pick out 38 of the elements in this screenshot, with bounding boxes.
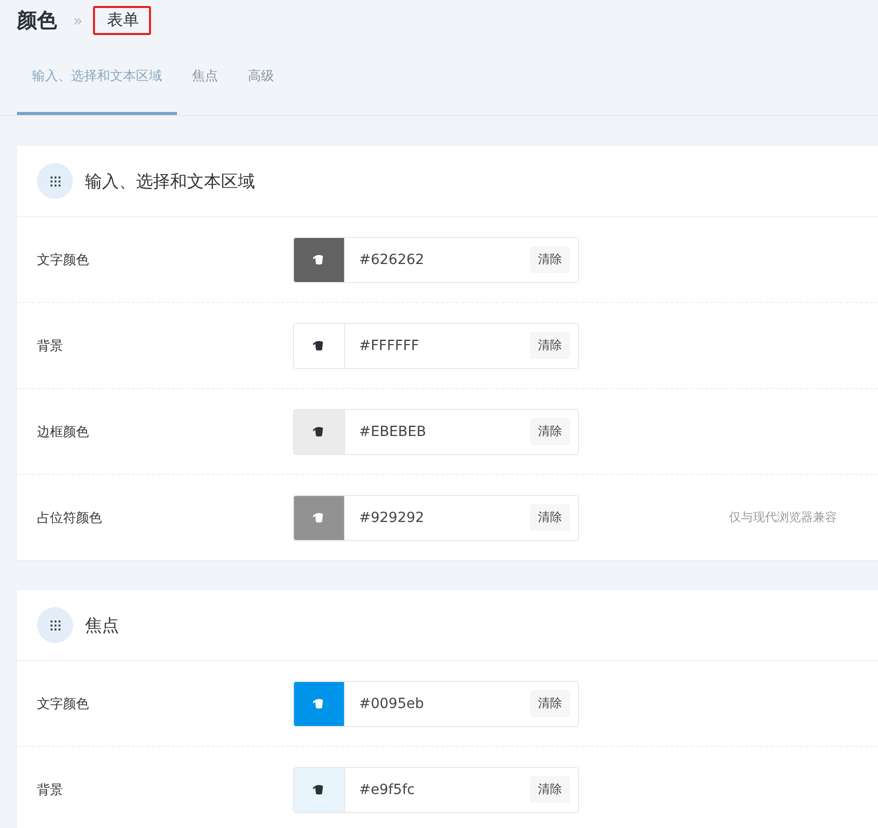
paint-bucket-icon [313,254,325,265]
breadcrumb-link[interactable]: 表单 [92,6,151,34]
color-swatch[interactable] [294,496,345,540]
field-label: 文字颜色 [37,252,90,268]
color-swatch[interactable] [294,238,345,282]
grid-dots-icon [50,620,60,630]
color-swatch[interactable] [294,682,345,726]
color-field[interactable]: #626262 清除 [293,236,579,282]
field-label: 文字颜色 [37,696,90,712]
field-label: 边框颜色 [37,424,90,440]
page-title: 颜色 [17,6,57,34]
clear-button[interactable]: 清除 [530,246,570,273]
clear-button[interactable]: 清除 [530,776,570,803]
color-field[interactable]: #e9f5fc 清除 [293,766,579,812]
color-field[interactable]: #0095eb 清除 [293,680,579,726]
paint-bucket-icon [313,340,325,351]
color-field[interactable]: #FFFFFF 清除 [293,322,579,368]
field-label: 占位符颜色 [37,510,103,526]
paint-bucket-icon [313,784,325,795]
color-swatch[interactable] [294,410,345,454]
hint-text: 仅与现代浏览器兼容 [729,509,837,526]
clear-button[interactable]: 清除 [530,418,570,445]
paint-bucket-icon [313,426,325,437]
clear-button[interactable]: 清除 [530,690,570,717]
breadcrumb-separator: » [73,10,83,30]
grid-dots-icon [50,176,60,186]
section-title: 焦点 [85,614,119,636]
clear-button[interactable]: 清除 [530,504,570,531]
paint-bucket-icon [313,698,325,709]
color-swatch[interactable] [294,768,345,812]
color-field[interactable]: #929292 清除 [293,494,579,540]
field-label: 背景 [37,782,64,798]
color-field[interactable]: #EBEBEB 清除 [293,408,579,454]
color-swatch[interactable] [294,324,345,368]
section-title: 输入、选择和文本区域 [85,170,255,192]
paint-bucket-icon [313,512,325,523]
clear-button[interactable]: 清除 [530,332,570,359]
field-label: 背景 [37,338,64,354]
